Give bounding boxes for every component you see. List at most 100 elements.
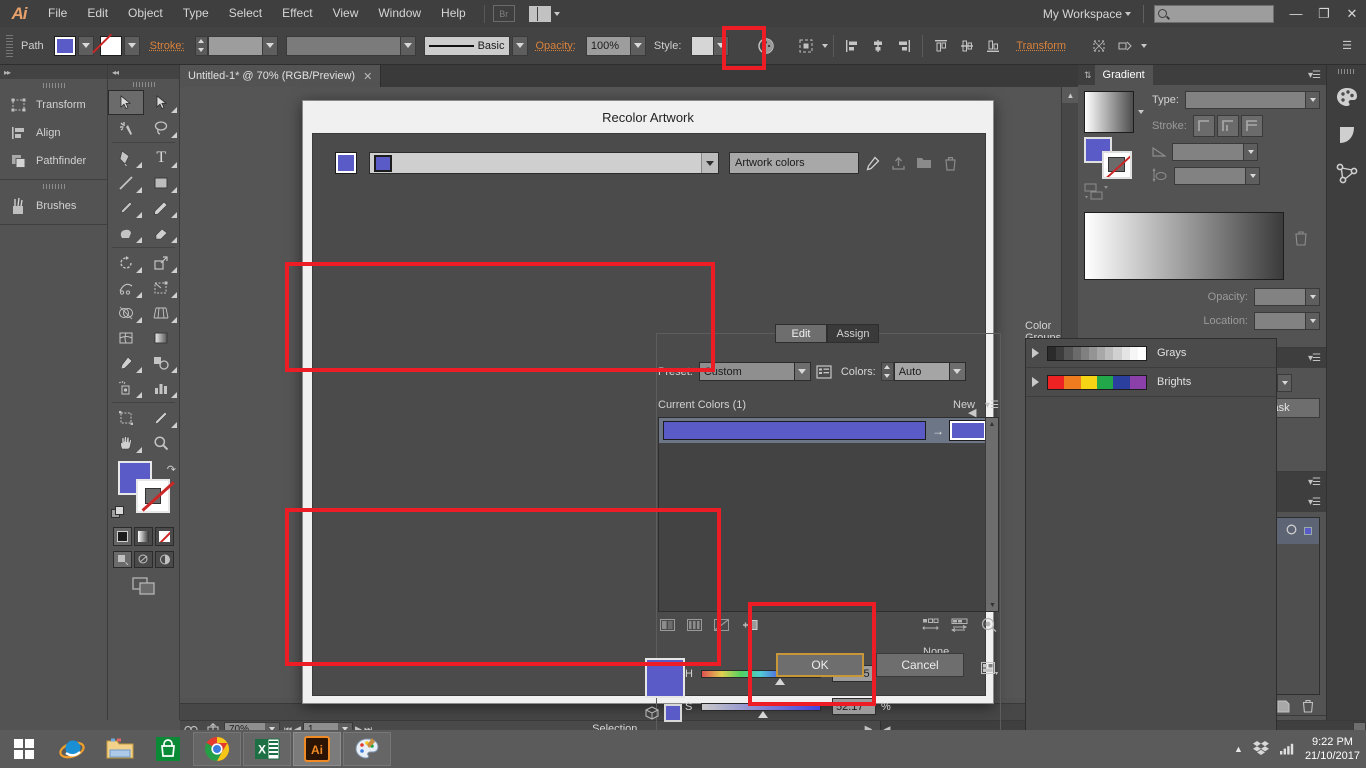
- workspace-switcher[interactable]: My Workspace: [1035, 7, 1139, 21]
- menu-type[interactable]: Type: [173, 0, 219, 27]
- align-left-icon[interactable]: [840, 34, 864, 58]
- panel-menu-icon[interactable]: ▾☰: [1308, 353, 1321, 364]
- eyedropper-tool[interactable]: [108, 350, 144, 375]
- rectangle-tool[interactable]: [144, 170, 180, 195]
- type-tool[interactable]: T: [144, 145, 180, 170]
- cancel-button[interactable]: Cancel: [876, 653, 964, 677]
- expand-icon[interactable]: [1032, 348, 1039, 358]
- store-icon[interactable]: [144, 730, 192, 768]
- panel-menu-icon[interactable]: ▾☰: [1308, 497, 1321, 508]
- expand-icon[interactable]: [1032, 377, 1039, 387]
- collapse-tools-icon[interactable]: ◂◂: [112, 68, 119, 77]
- fill-color-swatch[interactable]: [53, 35, 76, 56]
- create-new-layer-icon[interactable]: [1277, 700, 1290, 716]
- stroke-weight-stepper[interactable]: [194, 35, 208, 56]
- artboard-tool[interactable]: [108, 405, 144, 430]
- gradient-angle-field[interactable]: [1172, 143, 1258, 161]
- panel-menu-icon[interactable]: ▾☰: [1308, 477, 1321, 488]
- isolate-icon[interactable]: [1087, 34, 1111, 58]
- panel-collapse-icon[interactable]: ⇅: [1084, 70, 1092, 81]
- excel-icon[interactable]: X: [243, 732, 291, 766]
- target-circle-icon[interactable]: [1286, 524, 1297, 538]
- color-options-icon[interactable]: [811, 364, 837, 379]
- current-colors-scrollbar[interactable]: ▲ ▼: [985, 418, 998, 611]
- saturation-value-field[interactable]: 52.17: [832, 698, 876, 715]
- menu-view[interactable]: View: [323, 0, 369, 27]
- stroke-color-swatch[interactable]: [99, 35, 122, 56]
- default-fill-stroke-icon[interactable]: [111, 506, 126, 523]
- link-harmony-icon[interactable]: [922, 618, 939, 635]
- gradient-stroke-across-icon[interactable]: [1240, 115, 1263, 137]
- current-color-row[interactable]: →: [659, 418, 998, 443]
- slice-tool[interactable]: [144, 405, 180, 430]
- draw-behind-button[interactable]: [134, 551, 153, 568]
- chrome-icon[interactable]: [193, 732, 241, 766]
- gradient-tool[interactable]: [144, 325, 180, 350]
- none-mode-button[interactable]: [155, 527, 174, 546]
- hand-tool[interactable]: [108, 430, 144, 455]
- illustrator-icon[interactable]: Ai: [293, 732, 341, 766]
- panel-grip[interactable]: [0, 180, 107, 192]
- color-group-swatch[interactable]: [1047, 345, 1147, 361]
- gradient-stroke-along-icon[interactable]: [1216, 115, 1239, 137]
- display-color-bars-icon[interactable]: [687, 618, 702, 634]
- draw-normal-button[interactable]: [113, 551, 132, 568]
- color-group-swatch[interactable]: [1047, 374, 1147, 390]
- search-input[interactable]: [1154, 4, 1274, 23]
- new-color-swatch[interactable]: [949, 420, 987, 441]
- dropbox-icon[interactable]: [1252, 740, 1270, 759]
- color-guide-icon[interactable]: [1327, 116, 1366, 154]
- control-panel-menu-icon[interactable]: ☰: [1335, 34, 1359, 58]
- show-hidden-icons[interactable]: ▲: [1234, 744, 1243, 754]
- column-graph-tool[interactable]: [144, 375, 180, 400]
- align-center-icon[interactable]: [866, 34, 890, 58]
- tools-grip[interactable]: [108, 79, 179, 90]
- rotate-tool[interactable]: [108, 250, 144, 275]
- menu-window[interactable]: Window: [368, 0, 431, 27]
- close-icon[interactable]: ✕: [363, 70, 372, 83]
- brush-dropdown-button[interactable]: [511, 35, 528, 56]
- symbols-panel-icon[interactable]: [1327, 154, 1366, 192]
- preset-field[interactable]: Custom: [698, 362, 811, 381]
- gradient-aspect-ratio-field[interactable]: [1174, 167, 1260, 185]
- randomly-change-saturation-icon[interactable]: [980, 617, 997, 635]
- selection-tool[interactable]: [108, 90, 144, 115]
- file-explorer-icon[interactable]: [96, 730, 144, 768]
- draw-inside-button[interactable]: [155, 551, 174, 568]
- menu-file[interactable]: File: [38, 0, 77, 27]
- magic-wand-tool[interactable]: [108, 115, 144, 140]
- symbol-sprayer-tool[interactable]: [108, 375, 144, 400]
- restore-button[interactable]: ❐: [1310, 0, 1338, 27]
- control-bar-grip[interactable]: [6, 34, 13, 57]
- internet-explorer-icon[interactable]: [48, 730, 96, 768]
- pencil-tool[interactable]: [144, 195, 180, 220]
- color-model-toggle[interactable]: [645, 704, 682, 722]
- chevron-down-icon[interactable]: [822, 43, 829, 48]
- eraser-tool[interactable]: [144, 220, 180, 245]
- sidebar-item-align[interactable]: Align: [0, 119, 107, 147]
- panel-grip[interactable]: [0, 79, 107, 91]
- gradient-type-field[interactable]: [1184, 91, 1320, 109]
- hide-color-icon[interactable]: [714, 618, 729, 634]
- document-tab[interactable]: Untitled-1* @ 70% (RGB/Preview) ✕: [180, 65, 382, 87]
- new-folder-icon[interactable]: [911, 152, 937, 174]
- gradient-mode-button[interactable]: [134, 527, 153, 546]
- artwork-colors-field[interactable]: Artwork colors: [729, 152, 859, 174]
- saturation-slider-thumb[interactable]: [758, 710, 768, 718]
- randomly-change-order-icon[interactable]: [950, 618, 968, 635]
- saturation-slider[interactable]: [701, 702, 821, 711]
- pen-tool[interactable]: [108, 145, 144, 170]
- gradient-panel-header[interactable]: ⇅ Gradient ▾☰: [1078, 65, 1326, 85]
- scroll-up-icon[interactable]: ▲: [1062, 87, 1079, 103]
- color-group-dropdown-icon[interactable]: [701, 153, 718, 173]
- select-similar-icon[interactable]: [794, 34, 818, 58]
- opacity-field[interactable]: 100%: [585, 35, 646, 56]
- mesh-tool[interactable]: [108, 325, 144, 350]
- menu-effect[interactable]: Effect: [272, 0, 322, 27]
- left-dock-header[interactable]: ▸▸: [0, 65, 107, 79]
- eyedropper-icon[interactable]: [859, 152, 885, 174]
- gradient-location-field[interactable]: [1254, 312, 1320, 330]
- tools-header[interactable]: ◂◂: [108, 65, 179, 79]
- gradient-slider-bar[interactable]: [1084, 212, 1284, 280]
- expand-panels-icon[interactable]: ▸▸: [4, 68, 11, 77]
